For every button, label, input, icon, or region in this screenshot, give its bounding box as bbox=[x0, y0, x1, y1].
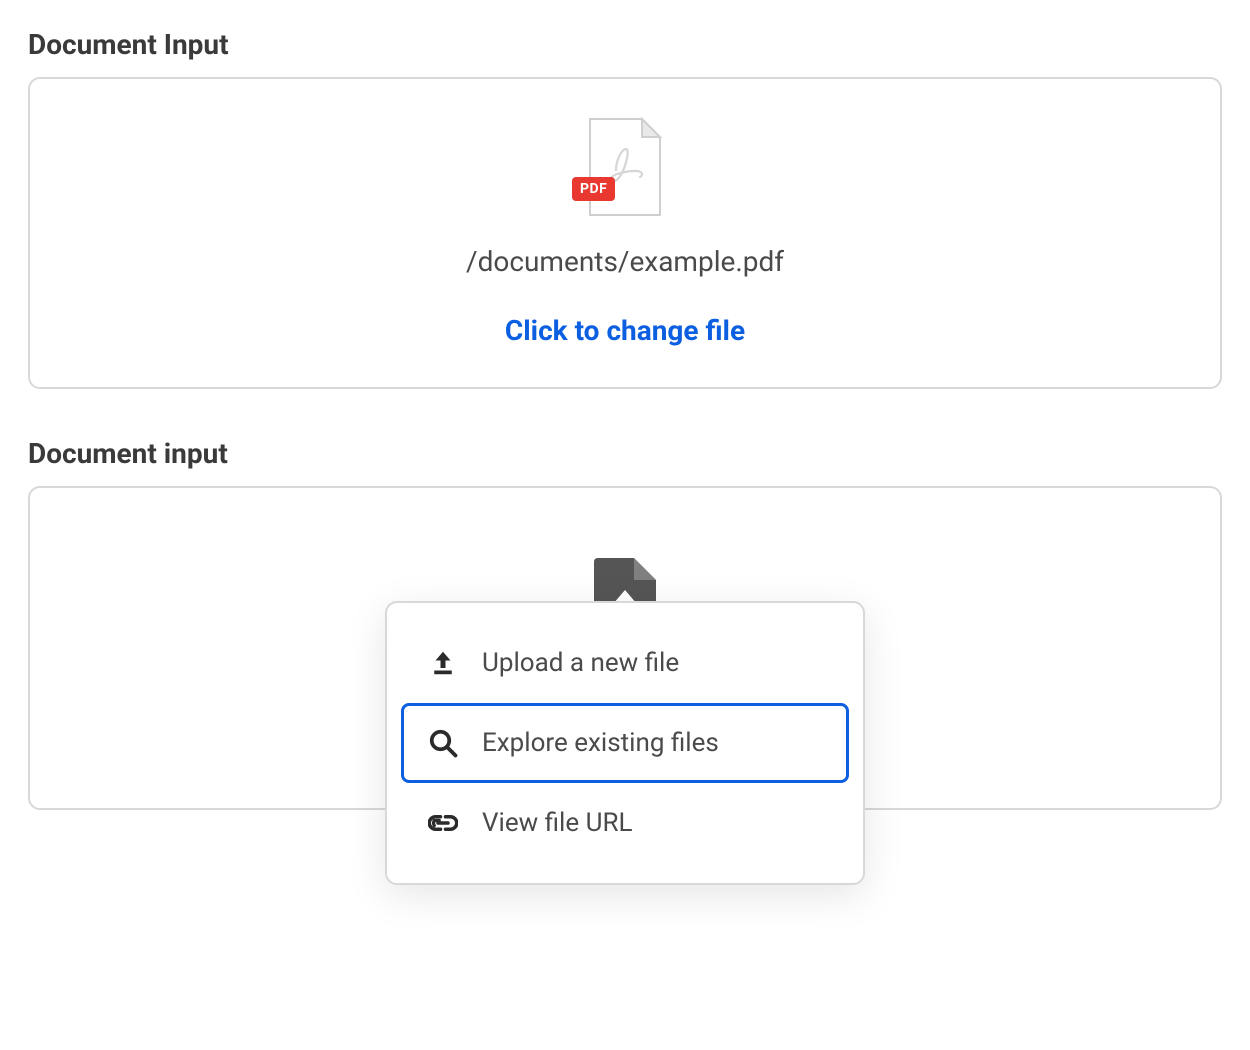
menu-item-view-url[interactable]: View file URL bbox=[401, 783, 849, 863]
change-file-link[interactable]: Click to change file bbox=[505, 314, 745, 347]
section-label-2: Document input bbox=[28, 437, 1222, 470]
pdf-badge: PDF bbox=[572, 177, 615, 201]
link-icon bbox=[426, 806, 460, 840]
section-document-input-1: Document Input PDF /documents/example.pd… bbox=[28, 28, 1222, 389]
menu-item-upload[interactable]: Upload a new file bbox=[401, 623, 849, 703]
menu-item-label: View file URL bbox=[482, 808, 633, 838]
upload-icon bbox=[426, 646, 460, 680]
menu-item-explore[interactable]: Explore existing files bbox=[401, 703, 849, 783]
pdf-file-icon: PDF bbox=[586, 115, 664, 219]
section-document-input-2: Document input Upload a new file Explore… bbox=[28, 437, 1222, 810]
section-label-1: Document Input bbox=[28, 28, 1222, 61]
menu-item-label: Explore existing files bbox=[482, 728, 719, 758]
file-path-text: /documents/example.pdf bbox=[466, 245, 784, 278]
file-input-box-filled[interactable]: PDF /documents/example.pdf Click to chan… bbox=[28, 77, 1222, 389]
menu-item-label: Upload a new file bbox=[482, 648, 679, 678]
search-icon bbox=[426, 726, 460, 760]
file-input-menu: Upload a new file Explore existing files… bbox=[385, 601, 865, 885]
